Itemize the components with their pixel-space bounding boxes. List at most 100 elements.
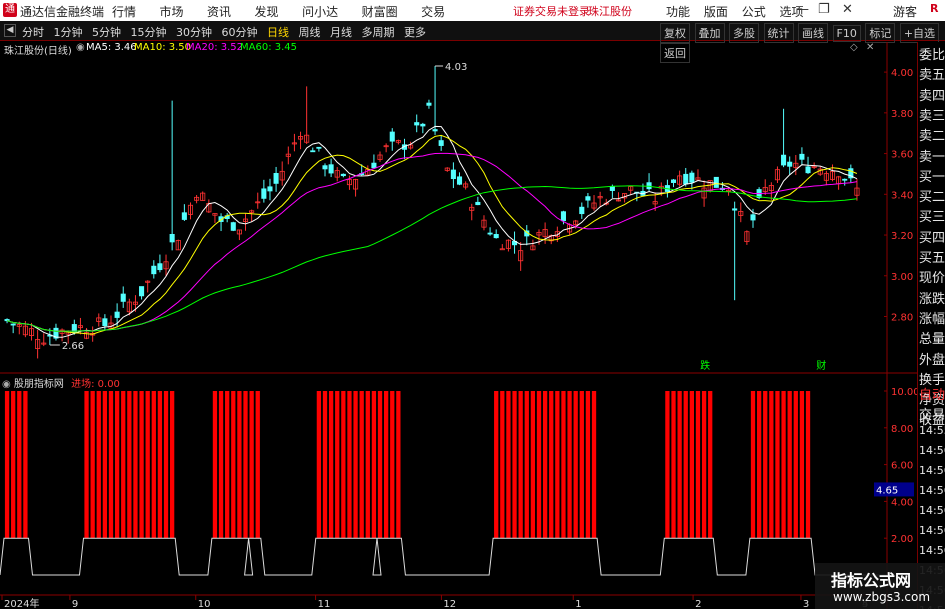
auto-trade-label[interactable]: 自动 [919, 384, 945, 404]
candle-body [609, 186, 615, 191]
order-book-panel: 委比 卖五 卖四 卖三 卖二 卖一 买一 买二 买三 买四 买五 现价 涨跌 涨幅 总量 外盘 换手 净资 收益 自动… [917, 42, 945, 609]
candle-body [450, 169, 456, 180]
overlay-button[interactable]: 叠加 [694, 23, 725, 43]
indicator-bar [536, 391, 542, 539]
minimize-icon[interactable]: — [796, 2, 809, 17]
draw-line-button[interactable]: 画线 [798, 23, 828, 43]
indicator-bar [555, 391, 560, 539]
candle-body [499, 248, 505, 251]
side-label: 现价 [919, 271, 945, 287]
candle-body [683, 173, 689, 185]
restore-icon[interactable]: ❐ [818, 2, 830, 17]
multi-stock-button[interactable]: 多股 [729, 23, 759, 43]
menu-item-wealth[interactable]: 财富圈 [362, 3, 398, 20]
indicator-bar [170, 391, 175, 539]
statistics-button[interactable]: 统计 [763, 23, 794, 43]
guest-label[interactable]: 游客 [893, 3, 917, 20]
candle-body [120, 293, 126, 302]
login-status-link[interactable]: 证券交易未登录 [513, 3, 590, 19]
indicator-bar [799, 391, 805, 539]
indicator-bar [500, 391, 505, 539]
add-watchlist-button[interactable]: +自选 [899, 23, 940, 43]
period-tab-1min[interactable]: 1分钟 [54, 24, 83, 40]
side-label: 委比 [919, 48, 945, 63]
trade-time: 14:56 [919, 524, 945, 537]
candle-body [420, 123, 426, 127]
indicator-bar [102, 391, 108, 539]
indicator-bars [0, 391, 887, 576]
menu-item-quotes[interactable]: 行情 [112, 3, 136, 20]
period-tabs: 分时 1分钟 5分钟 15分钟 30分钟 60分钟 日线 周线 月线 多周期 更… [22, 24, 432, 40]
adjust-button[interactable]: 复权 [660, 23, 690, 43]
candle-body [579, 206, 585, 215]
period-tab-5min[interactable]: 5分钟 [92, 24, 121, 40]
indicator-bar [341, 391, 346, 539]
period-tab-15min[interactable]: 15分钟 [131, 24, 167, 40]
candle-body [261, 188, 267, 199]
period-tab-60min[interactable]: 60分钟 [222, 24, 258, 40]
indicator-bar [335, 391, 340, 539]
candle-body [273, 173, 279, 184]
close-icon[interactable]: ✕ [842, 2, 853, 17]
indicator-bar [225, 391, 230, 539]
menu-item-formula[interactable]: 公式 [742, 3, 766, 20]
watermark-title: 指标公式网 [831, 571, 912, 590]
indicator-bar [163, 391, 169, 539]
indicator-dropdown-icon[interactable]: ◉ [2, 379, 11, 390]
title-bar: 通 通达信金融终端 行情 市场 资讯 发现 问小达 财富圈 交易 证券交易未登录… [0, 0, 945, 21]
menu-item-news[interactable]: 资讯 [207, 3, 231, 20]
candle-body [310, 150, 316, 153]
period-tab-more[interactable]: 更多 [404, 24, 426, 40]
side-label: 卖五 [919, 68, 945, 84]
indicator-bar [133, 391, 138, 539]
price-tick-label: 3.20 [891, 231, 913, 242]
period-tab-30min[interactable]: 30分钟 [176, 24, 212, 40]
candle-body [322, 165, 328, 170]
menu-item-discover[interactable]: 发现 [255, 3, 279, 20]
indicator-bar [23, 391, 28, 539]
indicator-bar [151, 391, 156, 539]
indicator-value: 进场: 0.00 [71, 379, 120, 390]
candle-body [267, 186, 273, 192]
candle-body [432, 129, 438, 132]
mark-button[interactable]: 标记 [865, 23, 896, 43]
candle-body [157, 263, 163, 271]
indicator-bar [542, 391, 548, 539]
realtime-badge: R [930, 2, 939, 15]
high-label: 4.03 [445, 62, 467, 73]
price-axis: 4.00 3.80 3.60 3.40 3.20 3.00 2.80 [884, 42, 913, 609]
period-tab-daily[interactable]: 日线 [267, 24, 289, 40]
event-mark-drop: 跌 [700, 359, 710, 372]
low-label: 2.66 [62, 341, 84, 352]
indicator-bar [396, 391, 401, 539]
trade-label[interactable]: 交易 [919, 404, 945, 424]
indicator-bar [11, 391, 16, 539]
menu-item-market[interactable]: 市场 [160, 3, 184, 20]
indicator-bar [518, 391, 523, 539]
period-tab-monthly[interactable]: 月线 [330, 24, 352, 40]
indicator-bar [512, 391, 517, 539]
chart-area[interactable]: 4.003.803.603.403.203.002.80 4.032.66跌财 … [0, 42, 917, 609]
menu-item-ask[interactable]: 问小达 [302, 3, 338, 20]
date-tick-label: 1 [575, 599, 581, 609]
panel-toggle-icon[interactable]: ◀ [4, 24, 16, 37]
menu-item-layout[interactable]: 版面 [704, 3, 728, 20]
candle-body [169, 233, 175, 243]
side-label: 卖四 [919, 88, 945, 104]
indicator-bar [365, 391, 370, 539]
period-tab-multi[interactable]: 多周期 [362, 24, 395, 40]
side-label: 卖三 [919, 108, 945, 124]
menu-item-functions[interactable]: 功能 [666, 3, 690, 20]
indicator-bar [121, 391, 126, 539]
f10-button[interactable]: F10 [832, 25, 861, 42]
date-tick-label: 3 [803, 599, 809, 609]
indicator-bar [763, 391, 768, 539]
price-annotations: 4.03 2.66 跌 财 [49, 62, 826, 372]
indicator-bar [377, 391, 383, 539]
period-tab-intraday[interactable]: 分时 [22, 24, 44, 40]
menu-item-trade[interactable]: 交易 [421, 3, 445, 20]
candle-body [10, 323, 16, 326]
indicator-bar [243, 391, 248, 539]
period-tab-weekly[interactable]: 周线 [299, 24, 321, 40]
side-label: 涨跌 [919, 291, 945, 307]
